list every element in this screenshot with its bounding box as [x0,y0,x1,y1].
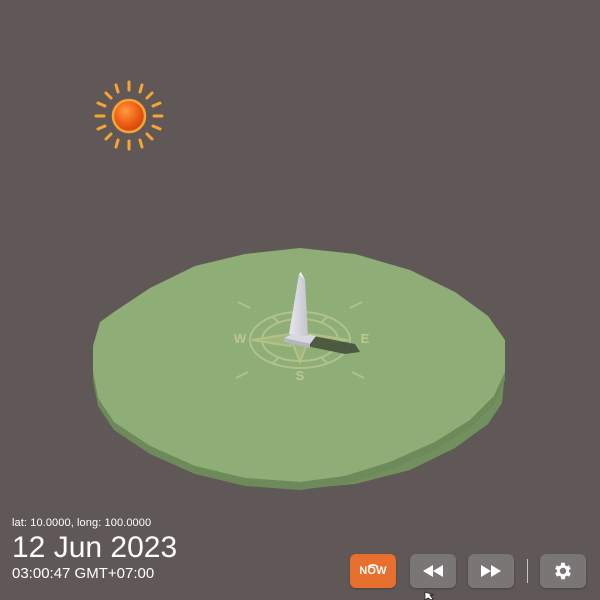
time-display: 03:00:47 GMT+07:00 [12,565,155,582]
gear-icon [555,562,571,580]
settings-button[interactable] [540,554,586,588]
sun-icon [94,80,164,151]
fast-forward-icon [481,565,501,577]
sundial-scene[interactable]: W E S [0,0,600,600]
compass-south-label: S [296,368,305,383]
controls-divider [527,559,528,583]
now-button[interactable]: NOW [350,554,396,588]
rewind-icon [423,565,443,577]
fast-forward-button[interactable] [468,554,514,588]
time-location-panel: lat: 10.0000, long: 100.0000 12 Jun 2023… [12,516,177,583]
rewind-button[interactable] [410,554,456,588]
mouse-cursor [424,591,435,600]
now-button-label: NOW [359,565,387,577]
coordinates-label: lat: 10.0000, long: 100.0000 [12,517,152,529]
compass-east-label: E [361,331,370,346]
compass-west-label: W [234,331,247,346]
sundial-app: W E S lat: 10.0000, long: 100.0000 12 Ju… [0,0,600,600]
date-display: 12 Jun 2023 [12,531,178,564]
